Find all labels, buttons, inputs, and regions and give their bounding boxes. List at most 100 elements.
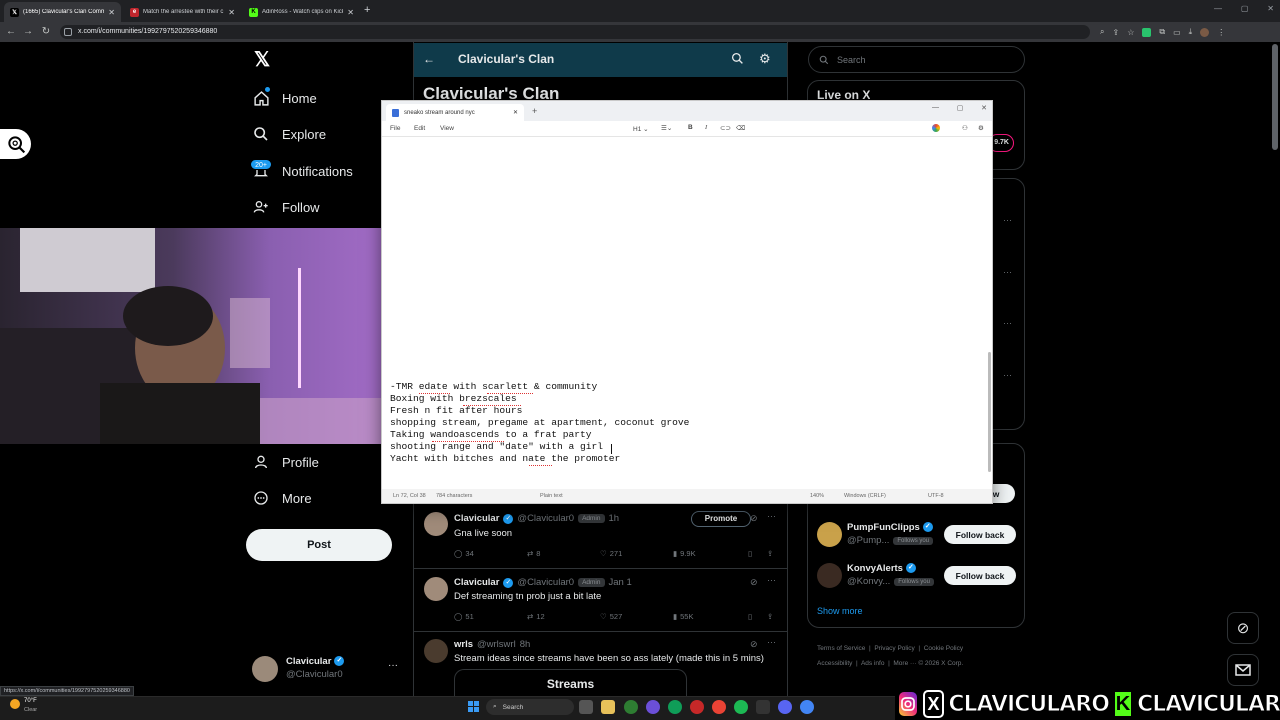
search-icon[interactable] <box>731 52 745 66</box>
menu-file[interactable]: File <box>390 125 400 132</box>
follow-back-button[interactable]: Follow back <box>944 525 1016 544</box>
zoom-level[interactable]: 140% <box>810 493 824 499</box>
sidebar-icon[interactable]: ▭ <box>1173 28 1181 37</box>
grok-icon[interactable]: ⊘ <box>750 513 758 524</box>
app-icon[interactable] <box>668 700 682 714</box>
post-more-icon[interactable]: ··· <box>767 511 776 521</box>
post-button[interactable]: Post <box>246 529 392 561</box>
windows-start-icon[interactable] <box>468 701 479 712</box>
post-item[interactable]: wrls @wrlswrl 8h ⊘ ··· Stream ideas sinc… <box>414 633 787 696</box>
footer-link[interactable]: Ads info <box>861 660 885 667</box>
menu-kebab-icon[interactable]: ⋮ <box>1217 28 1225 37</box>
footer-link[interactable]: More ··· <box>893 660 916 667</box>
notepad-scrollbar[interactable] <box>988 352 991 472</box>
like-button[interactable]: ♡ 527 <box>600 612 622 621</box>
copilot-icon[interactable] <box>932 124 940 132</box>
chrome-icon[interactable] <box>800 700 814 714</box>
magnifier-tool-icon[interactable] <box>0 129 31 159</box>
promote-button[interactable]: Promote <box>691 511 751 527</box>
share-icon[interactable]: ⇪ <box>767 549 773 558</box>
follow-back-button[interactable]: Follow back <box>944 566 1016 585</box>
app-icon[interactable] <box>756 700 770 714</box>
nav-explore[interactable]: Explore <box>252 122 326 146</box>
file-explorer-icon[interactable] <box>601 700 615 714</box>
bold-icon[interactable]: B <box>688 124 693 131</box>
chrome-icon[interactable] <box>624 700 638 714</box>
nav-more[interactable]: More <box>252 486 312 510</box>
extensions-puzzle-icon[interactable]: ⧉ <box>1159 27 1165 37</box>
settings-gear-icon[interactable]: ⚙ <box>978 124 984 132</box>
new-tab-button[interactable]: + <box>532 106 537 116</box>
share-icon[interactable]: ⇪ <box>767 612 773 621</box>
trend-more-icon[interactable]: ··· <box>1003 215 1012 225</box>
views-button[interactable]: ▮ 9.9K <box>673 549 696 558</box>
minimize-icon[interactable]: — <box>932 104 939 112</box>
follow-suggestion[interactable]: PumpFunClipps ✓ @Pump... Follows you Foll… <box>817 520 1017 550</box>
nav-home[interactable]: Home <box>252 86 317 110</box>
account-switcher[interactable]: Clavicular ✓ @Clavicular0 ··· <box>252 654 402 684</box>
profile-avatar-icon[interactable] <box>1200 27 1210 37</box>
close-tab-icon[interactable]: ✕ <box>228 8 235 17</box>
minimize-icon[interactable]: — <box>1214 4 1222 18</box>
reply-button[interactable]: ◯ 51 <box>454 612 474 621</box>
nav-profile[interactable]: Profile <box>252 450 319 474</box>
close-window-icon[interactable]: ✕ <box>1267 4 1274 18</box>
maximize-icon[interactable]: ▢ <box>1241 4 1249 18</box>
app-icon[interactable] <box>690 700 704 714</box>
post-more-icon[interactable]: ··· <box>767 637 776 647</box>
grok-icon[interactable]: ⊘ <box>750 577 758 588</box>
show-more-link[interactable]: Show more <box>817 606 863 616</box>
back-arrow-icon[interactable]: ← <box>423 52 437 66</box>
discord-icon[interactable] <box>778 700 792 714</box>
line-ending[interactable]: Windows (CRLF) <box>844 493 886 499</box>
bookmark-icon[interactable]: ▯ <box>748 549 752 558</box>
share-icon[interactable]: ⇪ <box>1112 28 1119 37</box>
bookmark-icon[interactable]: ▯ <box>748 612 752 621</box>
reload-icon[interactable]: ↻ <box>39 25 53 39</box>
post-media-card[interactable]: Streams <box>454 669 687 696</box>
like-button[interactable]: ♡ 271 <box>600 549 622 558</box>
link-icon[interactable]: ⊂⊃ <box>720 124 731 132</box>
footer-link[interactable]: Cookie Policy <box>924 645 963 652</box>
address-bar[interactable]: x.com/i/communities/1992797520259346880 <box>60 25 1090 39</box>
notepad-tab[interactable]: sneako stream around nyc ✕ <box>386 104 524 121</box>
close-window-icon[interactable]: ✕ <box>981 104 987 112</box>
post-item[interactable]: Clavicular ✓ @Clavicular0 Admin Jan 1 ⊘ ·… <box>414 570 787 632</box>
grok-icon[interactable]: ⊘ <box>1227 612 1259 644</box>
menu-view[interactable]: View <box>440 125 454 132</box>
repost-button[interactable]: ⇄ 12 <box>527 612 545 621</box>
downloads-icon[interactable]: ⤓ <box>1189 27 1193 37</box>
account-more-icon[interactable]: ··· <box>388 660 398 671</box>
encoding[interactable]: UTF-8 <box>928 493 944 499</box>
grok-icon[interactable]: ⊘ <box>750 639 758 650</box>
close-tab-icon[interactable]: ✕ <box>513 109 518 116</box>
messages-icon[interactable] <box>1227 654 1259 686</box>
footer-link[interactable]: Terms of Service <box>817 645 865 652</box>
new-tab-button[interactable]: + <box>364 4 376 18</box>
footer-link[interactable]: Accessibility <box>817 660 852 667</box>
extension-icon[interactable] <box>1142 27 1152 37</box>
views-button[interactable]: ▮ 55K <box>673 612 694 621</box>
clear-format-icon[interactable]: ⌫ <box>736 124 745 132</box>
back-icon[interactable]: ← <box>4 25 18 39</box>
browser-tab-1[interactable]: 𝕏 (1665) Clavicular's Clan Commu ✕ <box>4 2 121 22</box>
heading-select[interactable]: H1 ⌄ <box>633 125 649 133</box>
browser-tab-2[interactable]: e Match the arrestee with their c ✕ <box>124 2 241 22</box>
account-icon[interactable]: ⚇ <box>962 124 968 132</box>
x-logo-icon[interactable]: 𝕏 <box>252 50 272 70</box>
forward-icon[interactable]: → <box>21 25 35 39</box>
footer-link[interactable]: Privacy Policy <box>874 645 914 652</box>
chrome-icon[interactable] <box>712 700 726 714</box>
nav-follow[interactable]: Follow <box>252 195 320 219</box>
format-indicator[interactable]: Plain text <box>540 493 563 499</box>
taskview-icon[interactable] <box>579 700 593 714</box>
app-icon[interactable] <box>646 700 660 714</box>
search-input[interactable]: Search <box>808 46 1025 73</box>
trend-more-icon[interactable]: ··· <box>1003 267 1012 277</box>
page-scrollbar[interactable] <box>1272 44 1278 150</box>
post-item[interactable]: Clavicular ✓ @Clavicular0 Admin 1h Promot… <box>414 505 787 569</box>
repost-button[interactable]: ⇄ 8 <box>527 549 540 558</box>
reply-button[interactable]: ◯ 34 <box>454 549 474 558</box>
zoom-icon[interactable]: ⌕ <box>1100 27 1104 37</box>
list-icon[interactable]: ☰⌄ <box>661 124 672 132</box>
